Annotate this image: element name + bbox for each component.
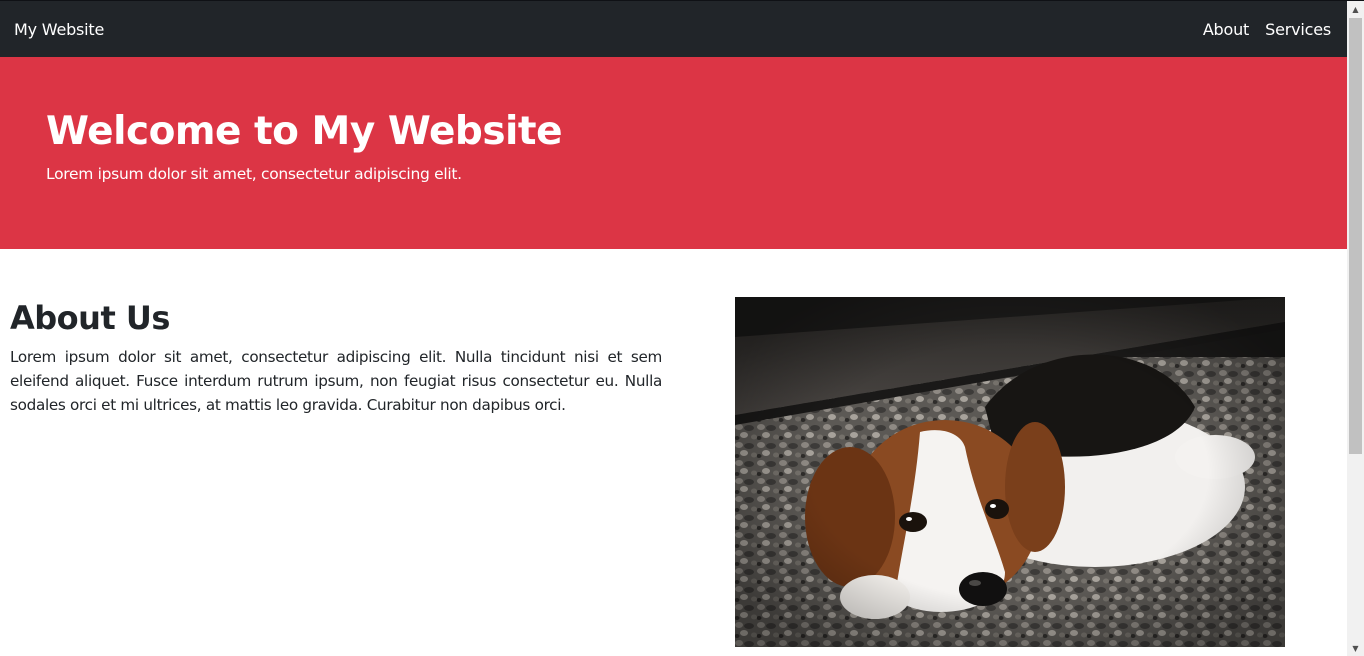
scroll-down-arrow-icon[interactable]: ▼	[1347, 640, 1364, 656]
nav-link-services[interactable]: Services	[1265, 20, 1331, 39]
nav-link-about[interactable]: About	[1203, 20, 1250, 39]
browser-viewport: My Website About Services Welcome to My …	[0, 0, 1364, 656]
vertical-scrollbar[interactable]: ▲ ▼	[1347, 1, 1364, 656]
page: My Website About Services Welcome to My …	[0, 1, 1347, 656]
about-text-column: About Us Lorem ipsum dolor sit amet, con…	[10, 299, 662, 417]
about-heading: About Us	[10, 299, 170, 337]
navbar: My Website About Services	[0, 1, 1347, 57]
nav-links: About Services	[1203, 20, 1331, 39]
hero-title: Welcome to My Website	[46, 109, 563, 154]
scroll-up-arrow-icon[interactable]: ▲	[1347, 1, 1364, 18]
about-body-text: Lorem ipsum dolor sit amet, consectetur …	[10, 348, 662, 414]
hero-section: Welcome to My Website Lorem ipsum dolor …	[0, 57, 1347, 249]
brand-link[interactable]: My Website	[14, 20, 104, 39]
hero-subtitle: Lorem ipsum dolor sit amet, consectetur …	[46, 165, 462, 183]
scrollbar-thumb[interactable]	[1349, 18, 1362, 454]
about-section: About Us Lorem ipsum dolor sit amet, con…	[0, 249, 1347, 656]
about-image-puppy	[735, 297, 1285, 647]
